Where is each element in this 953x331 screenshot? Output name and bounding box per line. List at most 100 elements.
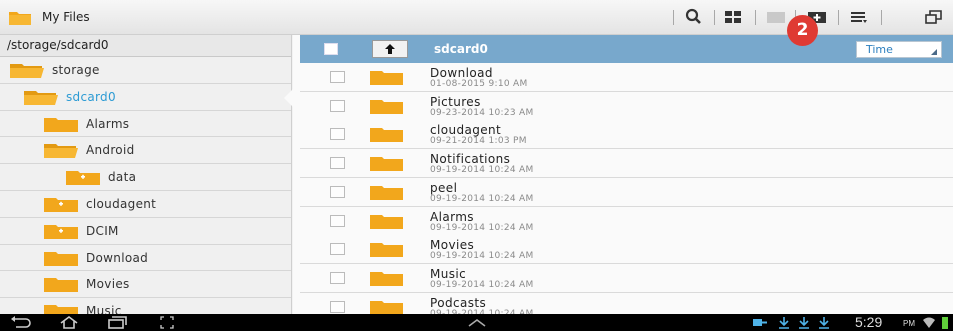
window-icon[interactable] (924, 8, 944, 26)
back-icon[interactable] (10, 316, 32, 329)
file-date: 09-19-2014 10:24 AM (430, 279, 534, 290)
row-checkbox[interactable] (330, 243, 345, 256)
file-name: Music (430, 266, 467, 281)
sort-dropdown[interactable]: Time (856, 41, 942, 58)
wifi-icon (923, 317, 935, 328)
list-header: sdcard0 Time (300, 35, 953, 63)
file-row[interactable]: Movies 09-19-2014 10:24 AM (300, 235, 953, 265)
file-row[interactable]: Notifications 09-19-2014 10:24 AM (300, 149, 953, 179)
folder-icon (370, 214, 403, 229)
up-folder-button[interactable] (372, 40, 408, 58)
tree-item-label: Music (86, 304, 122, 314)
select-all-checkbox[interactable] (324, 43, 338, 55)
row-checkbox[interactable] (330, 300, 345, 313)
home-icon[interactable] (58, 316, 80, 329)
tree-item-android[interactable]: Android (0, 137, 291, 165)
open-folder-icon (10, 64, 44, 78)
usb-icon (753, 319, 767, 326)
search-icon[interactable] (684, 8, 704, 26)
folder-icon (370, 157, 403, 172)
recent-apps-icon[interactable] (106, 316, 128, 329)
tree-item-movies[interactable]: Movies (0, 271, 291, 299)
sort-value: Time (866, 43, 893, 56)
file-list-panel: sdcard0 Time Download 01-08-2015 9:10 AM P… (293, 35, 953, 314)
expandable-folder-icon (44, 197, 78, 212)
step-badge: 2 (787, 15, 818, 46)
download-icon (819, 317, 829, 329)
file-name: Alarms (430, 209, 474, 224)
file-date: 09-19-2014 10:24 AM (430, 251, 534, 262)
file-row[interactable]: peel 09-19-2014 10:24 AM (300, 177, 953, 207)
sort-menu-icon[interactable] (849, 8, 869, 26)
file-name: Notifications (430, 152, 511, 167)
file-date: 09-23-2014 10:23 AM (430, 107, 534, 118)
row-checkbox[interactable] (330, 214, 345, 227)
row-checkbox[interactable] (330, 271, 345, 284)
file-row[interactable]: Podcasts 09-19-2014 10:24 AM (300, 292, 953, 314)
tree-item-label: Download (86, 250, 149, 265)
folder-icon[interactable] (766, 8, 786, 26)
tree-item-download[interactable]: Download (0, 244, 291, 272)
tree-item-label: DCIM (86, 223, 119, 238)
current-path: /storage/sdcard0 (0, 35, 291, 57)
toolbar-divider (881, 10, 882, 25)
tree-item-label: data (108, 170, 137, 185)
chevron-up-icon[interactable] (466, 316, 488, 329)
open-folder-icon (24, 90, 58, 105)
folder-app-icon (9, 12, 31, 25)
toolbar-divider (838, 10, 839, 25)
tree-item-label: Android (86, 143, 135, 158)
clock: 5:29 (855, 314, 883, 330)
tree-item-label: Alarms (86, 116, 130, 131)
file-name: Movies (430, 238, 475, 253)
file-row[interactable]: Alarms 09-19-2014 10:24 AM (300, 206, 953, 236)
toolbar-divider (755, 10, 756, 25)
folder-icon (44, 305, 78, 314)
selection-pointer (284, 89, 293, 107)
clock-ampm: PM (903, 319, 915, 328)
tree-item-alarms[interactable]: Alarms (0, 110, 291, 138)
file-row[interactable]: cloudagent 09-21-2014 1:03 PM (300, 120, 953, 150)
folder-icon (370, 99, 403, 114)
tree-item-storage[interactable]: storage (0, 57, 291, 84)
tree-item-label: sdcard0 (66, 89, 116, 104)
tree-item-dcim[interactable]: DCIM (0, 217, 291, 245)
tree-item-label: cloudagent (86, 196, 157, 211)
tree-item-label: storage (52, 63, 100, 77)
up-arrow-icon (385, 44, 395, 54)
download-icon (799, 317, 809, 329)
file-name: Download (430, 66, 493, 80)
app-title: My Files (42, 10, 90, 24)
row-checkbox[interactable] (330, 99, 345, 112)
file-row[interactable]: Download 01-08-2015 9:10 AM (300, 63, 953, 92)
row-checkbox[interactable] (330, 71, 345, 83)
row-checkbox[interactable] (330, 185, 345, 198)
file-row[interactable]: Music 09-19-2014 10:24 AM (300, 263, 953, 293)
expandable-folder-icon (66, 171, 100, 186)
grid-view-icon[interactable] (723, 8, 743, 26)
tree-item-label: Movies (86, 277, 130, 292)
file-date: 01-08-2015 9:10 AM (430, 79, 528, 89)
system-bar: 5:29 PM (0, 314, 953, 331)
folder-tree-panel: /storage/sdcard0 storage sdcard0 Alarms And… (0, 35, 292, 314)
row-checkbox[interactable] (330, 128, 345, 141)
folder-tree: storage sdcard0 Alarms Android data cloudagen… (0, 57, 291, 314)
folder-icon (44, 117, 78, 132)
tree-item-music[interactable]: Music (0, 298, 291, 314)
folder-icon (370, 300, 403, 314)
folder-icon (370, 185, 403, 200)
file-row[interactable]: Pictures 09-23-2014 10:23 AM (300, 91, 953, 121)
tree-item-data[interactable]: data (0, 164, 291, 191)
tree-item-cloudagent[interactable]: cloudagent (0, 190, 291, 218)
toolbar-divider (714, 10, 715, 25)
file-date: 09-19-2014 10:24 AM (430, 165, 534, 176)
file-name: Pictures (430, 94, 481, 109)
row-checkbox[interactable] (330, 157, 345, 170)
tree-item-sdcard0[interactable]: sdcard0 (0, 83, 291, 111)
file-name: peel (430, 180, 458, 195)
file-date: 09-21-2014 1:03 PM (430, 136, 527, 147)
file-date: 09-19-2014 10:24 AM (430, 222, 534, 233)
screenshot-icon[interactable] (160, 316, 174, 329)
battery-icon (942, 317, 948, 329)
folder-icon (370, 71, 403, 85)
